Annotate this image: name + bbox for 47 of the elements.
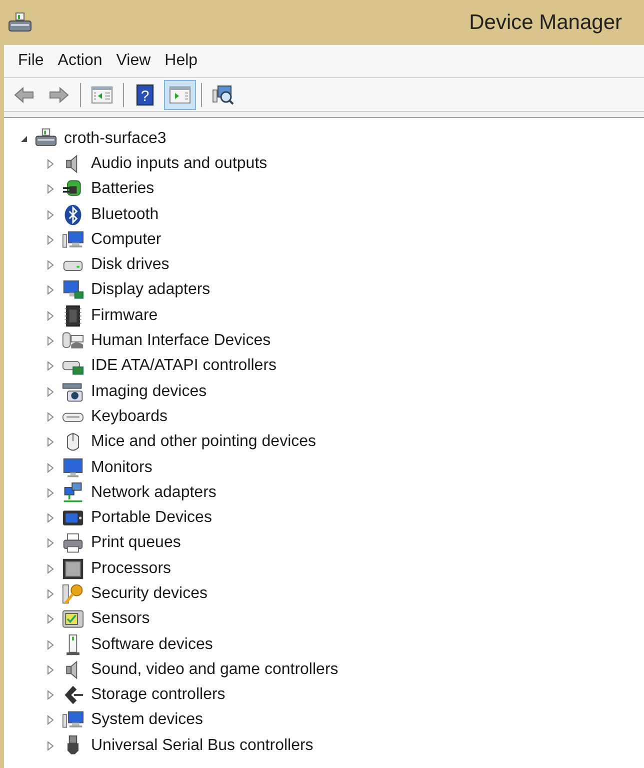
tree-item[interactable]: Print queues	[91, 531, 181, 556]
bluetooth-icon	[62, 204, 84, 226]
storage-connector-icon	[62, 684, 84, 706]
tree-item[interactable]: Sound, video and game controllers	[91, 658, 338, 682]
tree-item[interactable]: Processors	[91, 556, 172, 581]
key-icon	[62, 582, 84, 605]
help-icon: ?	[134, 84, 156, 106]
menu-item[interactable]: View	[112, 48, 155, 74]
tree-item[interactable]: croth-surface3	[64, 126, 166, 151]
tree-item[interactable]: Monitors	[91, 456, 152, 480]
tree-item[interactable]: Computer	[91, 228, 162, 252]
tree-item[interactable]: Portable Devices	[91, 506, 212, 530]
monitor-card-icon	[62, 279, 84, 302]
tree-item[interactable]: Storage controllers	[91, 683, 226, 708]
sensor-icon	[62, 608, 84, 630]
window-title: Device Manager	[469, 10, 622, 36]
chip-icon	[62, 304, 84, 327]
tree-item[interactable]: Batteries	[91, 177, 154, 202]
tree-item[interactable]: Sensors	[91, 607, 150, 632]
tree-item[interactable]: IDE ATA/ATAPI controllers	[91, 354, 277, 378]
menu-item[interactable]: Action	[54, 48, 106, 74]
menu-item[interactable]: Help	[160, 48, 202, 74]
monitor-icon	[62, 456, 84, 478]
tree-item[interactable]: Universal Serial Bus controllers	[91, 734, 314, 758]
printer-icon	[62, 532, 84, 554]
tree-item[interactable]: Human Interface Devices	[91, 329, 271, 354]
menu-item[interactable]: File	[14, 48, 48, 74]
network-icon	[62, 482, 84, 504]
tree-item[interactable]: Network adapters	[91, 480, 216, 505]
tree-item[interactable]: Security devices	[91, 582, 208, 606]
tree-item[interactable]: Display adapters	[91, 278, 210, 302]
processor-icon	[62, 558, 84, 580]
tree-item[interactable]: Audio inputs and outputs	[91, 152, 268, 176]
tree-item[interactable]: Software devices	[91, 632, 213, 657]
tree-item[interactable]: Disk drives	[91, 253, 170, 278]
tree-item[interactable]: Firmware	[91, 304, 158, 328]
tree-item[interactable]: System devices	[91, 708, 204, 732]
tree-item[interactable]: Mice and other pointing devices	[91, 430, 316, 454]
pane-window-icon	[169, 84, 191, 106]
scanner-camera-icon	[62, 380, 84, 403]
computer-icon	[62, 228, 84, 251]
tree-item[interactable]: Imaging devices	[91, 380, 207, 404]
pane-window-icon	[91, 84, 113, 106]
tree-item[interactable]: Bluetooth	[91, 202, 159, 227]
tree-item[interactable]: Keyboards	[91, 404, 168, 429]
monitor-magnifier-icon	[212, 84, 234, 106]
computer-icon	[8, 12, 32, 34]
